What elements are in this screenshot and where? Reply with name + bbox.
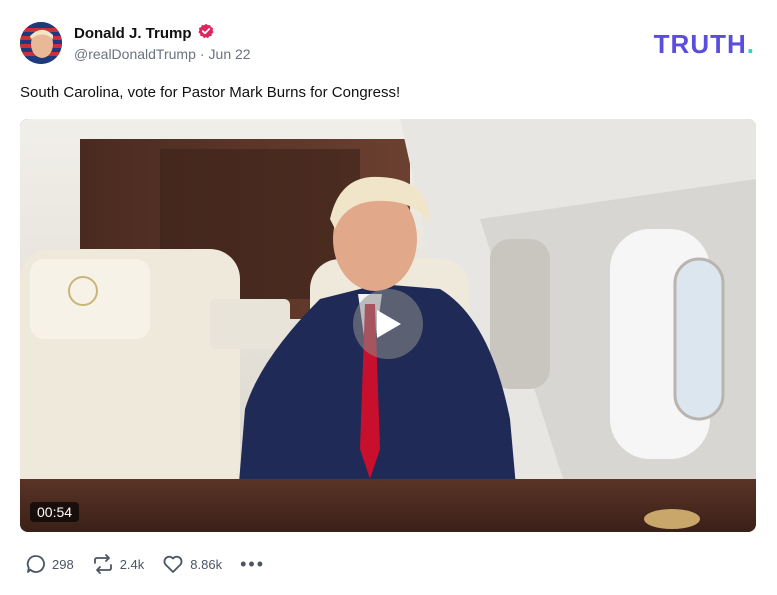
meta-separator: · xyxy=(199,46,205,62)
heart-icon xyxy=(163,555,183,573)
more-options-button[interactable]: ••• xyxy=(240,555,265,573)
truth-logo[interactable]: TRUTH. xyxy=(654,29,755,60)
video-duration: 00:54 xyxy=(30,502,80,522)
play-icon xyxy=(377,310,401,338)
like-count: 8.86k xyxy=(190,556,223,572)
post-date[interactable]: Jun 22 xyxy=(209,46,251,62)
post-meta: @realDonaldTrump · Jun 22 xyxy=(74,46,251,62)
retruth-button[interactable]: 2.4k xyxy=(92,554,145,574)
author-row: Donald J. Trump xyxy=(74,23,214,44)
video-player[interactable]: 00:54 xyxy=(20,119,756,532)
reply-icon xyxy=(26,555,45,573)
like-button[interactable]: 8.86k xyxy=(162,554,222,574)
play-button[interactable] xyxy=(353,289,423,359)
author-handle[interactable]: @realDonaldTrump xyxy=(74,46,196,62)
post-actions: 298 2.4k 8.86k ••• xyxy=(26,554,265,574)
retruth-count: 2.4k xyxy=(119,556,145,572)
verified-badge-icon xyxy=(197,23,214,44)
logo-dot: . xyxy=(746,29,755,59)
author-name[interactable]: Donald J. Trump xyxy=(74,25,192,42)
reply-button[interactable]: 298 xyxy=(26,554,74,574)
post-text: South Carolina, vote for Pastor Mark Bur… xyxy=(20,84,401,101)
reply-count: 298 xyxy=(52,556,74,572)
logo-text: TRUTH xyxy=(653,29,747,59)
retruth-icon xyxy=(93,554,112,574)
avatar[interactable] xyxy=(20,22,62,64)
